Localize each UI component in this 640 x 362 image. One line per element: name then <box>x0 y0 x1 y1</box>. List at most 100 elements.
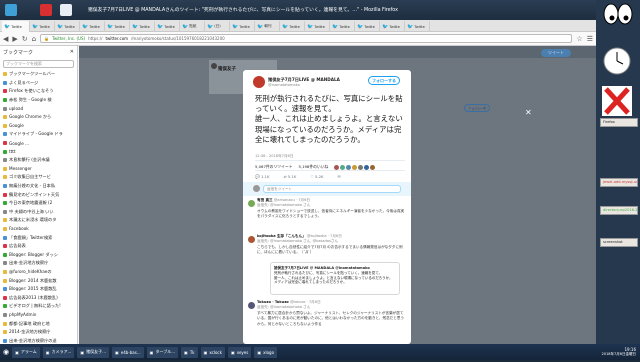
bookmark-item[interactable]: ビデオログ | 無料に語った! <box>3 302 77 311</box>
bookmark-star-icon[interactable]: ☆ <box>576 35 582 43</box>
bookmark-item[interactable]: 鶴見宅のピンポイント天気 <box>3 190 77 199</box>
bookmark-item[interactable]: 都都-記事地 政府と地 <box>3 319 77 328</box>
sidebar-title[interactable]: ブックマーク <box>3 49 33 56</box>
tab[interactable]: 🐦 Twitte <box>355 21 380 32</box>
taskbar-item[interactable]: ▣ ターブル... <box>146 346 179 358</box>
reload-icon[interactable]: ↻ <box>22 35 28 43</box>
taskbar-item[interactable]: ▣ xeyes <box>227 346 252 358</box>
document-icon[interactable] <box>60 4 72 16</box>
bookmark-item[interactable]: Blogger: 2015 木鹿散乱 <box>3 285 77 294</box>
desktop-tile[interactable]: Jewel-add-mysql-unix-f <box>600 178 638 187</box>
taskbar-item[interactable]: ▣ Tk <box>181 346 198 358</box>
bookmark-item[interactable]: 中 夫婦の中谷上海 いい <box>3 208 77 217</box>
url-bar[interactable]: 🔒 Twitter, Inc. (US) https://twitter.com… <box>40 34 573 43</box>
bookmark-item[interactable]: 出来-金沢地方検察庁 <box>3 259 77 268</box>
like-icon[interactable]: ♡ 5.2K <box>310 174 323 179</box>
bookmark-item[interactable]: Firefox を使いこなそう <box>3 87 77 96</box>
close-modal-icon[interactable]: ✕ <box>525 108 532 117</box>
folder-red-icon[interactable] <box>40 4 52 16</box>
dm-icon[interactable]: ✉ <box>338 174 341 179</box>
avatar[interactable] <box>248 200 255 207</box>
avatar[interactable] <box>248 236 255 243</box>
bookmark-item[interactable]: ゴミ收集日自主サービ <box>3 173 77 182</box>
tab[interactable]: 🐦 Twitte <box>330 21 355 32</box>
taskbar-item[interactable]: ▣ アラーム <box>12 346 40 358</box>
bookmark-item[interactable]: @furoro_hideKhaeの <box>3 268 77 277</box>
reply-author[interactable]: kojitooka 生存「こんもん」 <box>257 234 306 238</box>
bookmark-item[interactable]: マイドライブ - Google ドラ <box>3 130 77 139</box>
reply-author[interactable]: Tokuzo · Tokuzo <box>257 300 289 304</box>
bookmark-item[interactable]: Blogger: Blogger ダッシ <box>3 250 77 259</box>
tab[interactable]: 🐦 Twitte <box>380 21 405 32</box>
desktop-tile[interactable]: directory-ep2016-2018/Y <box>600 206 638 215</box>
tab[interactable]: 🐦 Twitte <box>105 21 130 32</box>
clock[interactable]: 19:16 2018年7月6日金曜日 <box>602 347 636 357</box>
tab[interactable]: 🐦 Twitte <box>230 21 255 32</box>
bookmark-item[interactable]: Facebook <box>3 225 77 234</box>
bookmark-search-input[interactable]: ブックマークを検索 <box>3 60 74 68</box>
tab[interactable]: 🐦 朝刊 <box>255 21 280 32</box>
bookmark-item[interactable]: 木漏太に米浸水 環境のタ <box>3 216 77 225</box>
follow-button[interactable]: フォローする <box>368 76 400 85</box>
tab[interactable]: 🐦 Twitte <box>155 21 180 32</box>
bookmark-item[interactable]: 2014-金沢地方検察庁 <box>3 328 77 337</box>
reply-icon[interactable]: 💬 1.1K <box>255 174 269 179</box>
xclock-icon[interactable] <box>602 46 632 76</box>
tab[interactable]: 🐦 貼紙 <box>180 21 205 32</box>
tab[interactable]: 🐦 Twitte <box>80 21 105 32</box>
forward-icon[interactable]: ▶ <box>12 35 17 43</box>
reply-input[interactable]: 返信をツイート <box>263 185 401 193</box>
taskbar-item[interactable]: ▣ xlogo <box>254 346 278 358</box>
bookmark-item[interactable]: 木島和繁行 (金沢市議 <box>3 156 77 165</box>
tab[interactable]: 🐦 Twitte <box>405 21 430 32</box>
bookmark-item[interactable]: Google ... <box>3 139 77 148</box>
back-icon[interactable]: ◀ <box>3 35 8 43</box>
tweet-button[interactable]: ツイート <box>541 49 571 57</box>
tab[interactable]: 🐦 Twitte <box>2 21 30 32</box>
bookmark-item[interactable]: phpMyAdmin <box>3 311 77 320</box>
bookmark-item[interactable]: 「食鹿鍋」Twitter検索 <box>3 233 77 242</box>
bookmark-item[interactable]: 赤松 弥生 - Google 検 <box>3 96 77 105</box>
app-icon[interactable] <box>5 4 17 16</box>
desktop-tile[interactable]: Firefox <box>600 118 638 127</box>
taskbar-item[interactable]: ▣ カメラア... <box>42 346 75 358</box>
profile-name[interactable]: 猪俣友子 <box>218 66 236 72</box>
avatar[interactable] <box>253 76 265 88</box>
xeyes-icon[interactable] <box>602 2 634 26</box>
taskbar-item[interactable]: ▣ xclock <box>200 346 225 358</box>
avatar[interactable] <box>211 63 217 69</box>
reply-item[interactable]: Tokuzo · Tokuzo @tokuzo · 7月6日 返信先: @ino… <box>257 300 405 327</box>
tab[interactable]: 🐦 Twitte <box>30 21 55 32</box>
tab[interactable]: 🐦 Twitte <box>130 21 155 32</box>
bookmark-item[interactable]: よく見るページ <box>3 79 77 88</box>
bookmark-item[interactable]: 広告発表 <box>3 242 77 251</box>
bookmark-item[interactable]: tttt <box>3 147 77 156</box>
tab[interactable]: 🐦 Twitte <box>55 21 80 32</box>
taskbar-item[interactable]: ▣ 猪俣友子... <box>77 346 109 358</box>
tab[interactable]: 🐦 Twitte <box>280 21 305 32</box>
bookmark-item[interactable]: 今日の東京地震速報 (2 <box>3 199 77 208</box>
quoted-tweet[interactable]: 猪俣友子7月7日LIVE @ MANDALA @inomatatomoko 死刑… <box>270 262 400 295</box>
reply-item[interactable]: 有田 真三 @arisanzou · 7月6日 返信先: @inomatatom… <box>257 198 405 220</box>
menu-icon[interactable]: ☰ <box>587 35 593 43</box>
bookmark-item[interactable]: ブックマークツールバー <box>3 70 77 79</box>
bookmark-item[interactable]: 無痛分娩の文化 - 日本私 <box>3 182 77 191</box>
taskbar-item[interactable]: ▣ e4b-bas... <box>112 346 144 358</box>
desktop-tile[interactable]: screenshot <box>600 238 638 247</box>
tweet-author-handle[interactable]: @inomatatomoko <box>268 83 300 87</box>
close-icon[interactable]: ✕ <box>70 49 74 55</box>
bookmark-item[interactable]: upload <box>3 104 77 113</box>
home-icon[interactable]: ⌂ <box>32 35 36 43</box>
bookmark-item[interactable]: Google <box>3 122 77 131</box>
bookmark-item[interactable]: Messenger <box>3 165 77 174</box>
bookmark-item[interactable]: Google Chrome から <box>3 113 77 122</box>
reply-author[interactable]: 有田 真三 <box>257 198 273 202</box>
tab[interactable]: 🐦 Twitte <box>305 21 330 32</box>
bookmark-item[interactable]: 広告発表2013 (木鹿散乱) <box>3 293 77 302</box>
follow-status-bg[interactable]: フォロー中 <box>464 104 490 112</box>
tab[interactable]: 🐦 (日) <box>205 21 230 32</box>
retweet-icon[interactable]: ⇄ 5.1K <box>283 174 296 179</box>
reply-item[interactable]: kojitooka 生存「こんもん」 @kojitooka · 7月6日 返信先… <box>257 234 405 256</box>
avatar[interactable] <box>248 302 255 309</box>
xlogo-icon[interactable] <box>602 86 632 116</box>
